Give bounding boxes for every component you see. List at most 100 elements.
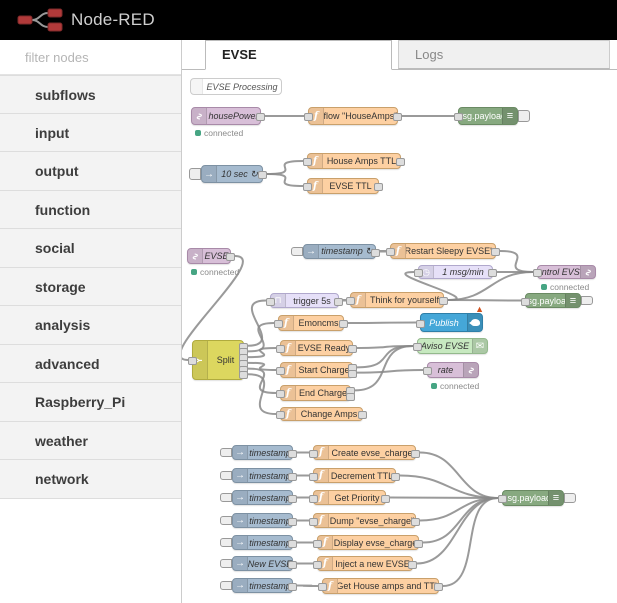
node-f2[interactable]: Decrement TTL — [309, 468, 400, 483]
flow-canvas[interactable]: EVSE Processing housePower connected flow "… — [182, 70, 617, 603]
node-split[interactable]: Split — [188, 340, 248, 380]
node-start[interactable]: Start Charge — [276, 362, 357, 378]
sidebar-item-weather[interactable]: weather — [0, 421, 181, 460]
output-port[interactable] — [381, 494, 390, 503]
node-fha[interactable]: flow "HouseAmps" — [304, 107, 402, 125]
output-port[interactable] — [288, 472, 297, 481]
output-port[interactable] — [393, 113, 402, 121]
output-port[interactable] — [226, 253, 235, 261]
node-aviso[interactable]: Aviso EVSE — [413, 338, 488, 354]
inject-button[interactable] — [220, 559, 232, 568]
input-port[interactable] — [276, 390, 285, 398]
input-port[interactable] — [423, 367, 432, 375]
node-trg[interactable]: trigger 5s — [266, 293, 343, 308]
node-comment1[interactable]: EVSE Processing — [190, 78, 282, 95]
output-port[interactable] — [288, 494, 297, 503]
sidebar-item-output[interactable]: output — [0, 152, 181, 191]
node-emon[interactable]: Emoncms — [274, 315, 348, 331]
output-port[interactable] — [288, 517, 297, 526]
input-port[interactable] — [266, 297, 275, 306]
node-think[interactable]: Think for yourself — [346, 292, 448, 308]
node-amps[interactable]: Change Amps — [276, 407, 367, 421]
input-port[interactable] — [309, 494, 318, 503]
output-port[interactable] — [391, 472, 400, 481]
inject-button[interactable] — [189, 168, 201, 180]
output-port[interactable] — [288, 582, 297, 591]
inject-button[interactable] — [220, 538, 232, 547]
filter-nodes-input[interactable] — [25, 49, 175, 65]
output-port[interactable] — [396, 158, 405, 166]
output-port[interactable] — [258, 171, 267, 179]
input-port[interactable] — [386, 248, 395, 256]
node-ctrl[interactable]: control EVSE connected — [533, 265, 596, 292]
input-port[interactable] — [454, 113, 463, 121]
output-port[interactable] — [358, 411, 367, 419]
debug-toggle-button[interactable] — [564, 493, 576, 503]
node-i1[interactable]: timestamp — [220, 445, 297, 460]
node-pub[interactable]: Publish ▲ — [416, 305, 484, 332]
output-port[interactable] — [408, 560, 417, 569]
output-port[interactable] — [348, 345, 357, 353]
output-port[interactable] — [339, 320, 348, 328]
output-port[interactable] — [371, 248, 380, 257]
sidebar-item-subflows[interactable]: subflows — [0, 75, 181, 114]
input-port[interactable] — [313, 539, 322, 548]
sidebar-item-input[interactable]: input — [0, 113, 181, 152]
node-f5[interactable]: Display evse_charge — [313, 535, 423, 550]
input-port[interactable] — [276, 411, 285, 419]
input-port[interactable] — [533, 269, 542, 277]
sidebar-item-raspberry_pi[interactable]: Raspberry_Pi — [0, 383, 181, 422]
input-port[interactable] — [274, 320, 283, 328]
node-injts[interactable]: timestamp ↻ — [291, 244, 380, 259]
input-port[interactable] — [303, 183, 312, 191]
node-dbg2[interactable]: msg.payload — [521, 293, 593, 308]
input-port[interactable] — [318, 583, 327, 591]
tab-logs[interactable]: Logs — [398, 40, 610, 69]
input-port[interactable] — [521, 297, 530, 306]
node-evsettl[interactable]: EVSE TTL — [303, 178, 383, 194]
output-port[interactable] — [239, 371, 248, 380]
output-port[interactable] — [414, 539, 423, 548]
node-f4[interactable]: Dump "evse_charge" — [309, 513, 420, 528]
node-evse[interactable]: EVSEconnected — [187, 248, 239, 277]
inject-button[interactable] — [291, 247, 303, 256]
node-hp[interactable]: housePower connected — [191, 107, 265, 138]
input-port[interactable] — [413, 343, 422, 351]
inject-button[interactable] — [220, 493, 232, 502]
node-dbg3[interactable]: msg.payload — [498, 490, 576, 506]
input-port[interactable] — [276, 345, 285, 353]
output-port[interactable] — [288, 539, 297, 548]
node-ready[interactable]: EVSE Ready — [276, 340, 357, 356]
input-port[interactable] — [309, 517, 318, 526]
input-port[interactable] — [303, 158, 312, 166]
node-i3[interactable]: timestamp — [220, 490, 297, 505]
output-port[interactable] — [411, 517, 420, 526]
node-restart[interactable]: Restart Sleepy EVSE's — [386, 243, 500, 259]
input-port[interactable] — [276, 367, 285, 375]
output-port[interactable] — [374, 183, 383, 191]
node-i4[interactable]: timestamp — [220, 513, 297, 528]
input-port[interactable] — [304, 113, 313, 121]
inject-button[interactable] — [220, 448, 232, 457]
sidebar-item-analysis[interactable]: analysis — [0, 306, 181, 345]
output-port[interactable] — [491, 248, 500, 256]
input-port[interactable] — [346, 297, 355, 305]
sidebar-item-network[interactable]: network — [0, 460, 181, 499]
output-port[interactable] — [288, 449, 297, 458]
node-f1[interactable]: Create evse_charge — [309, 445, 420, 460]
output-port[interactable] — [334, 297, 343, 306]
output-port[interactable] — [488, 269, 497, 277]
node-i7[interactable]: timestamp — [220, 578, 297, 593]
output-port[interactable] — [434, 583, 443, 591]
sidebar-item-social[interactable]: social — [0, 229, 181, 268]
node-f3[interactable]: Get Priority — [309, 490, 390, 505]
debug-toggle-button[interactable] — [518, 110, 530, 122]
input-port[interactable] — [498, 495, 507, 503]
node-i6[interactable]: New EVSE — [220, 556, 297, 571]
sidebar-item-advanced[interactable]: advanced — [0, 344, 181, 383]
sidebar-item-storage[interactable]: storage — [0, 267, 181, 306]
input-port[interactable] — [188, 357, 197, 365]
node-i5[interactable]: timestamp — [220, 535, 297, 550]
output-port[interactable] — [411, 449, 420, 458]
node-msgmin[interactable]: 1 msg/min — [414, 265, 497, 279]
